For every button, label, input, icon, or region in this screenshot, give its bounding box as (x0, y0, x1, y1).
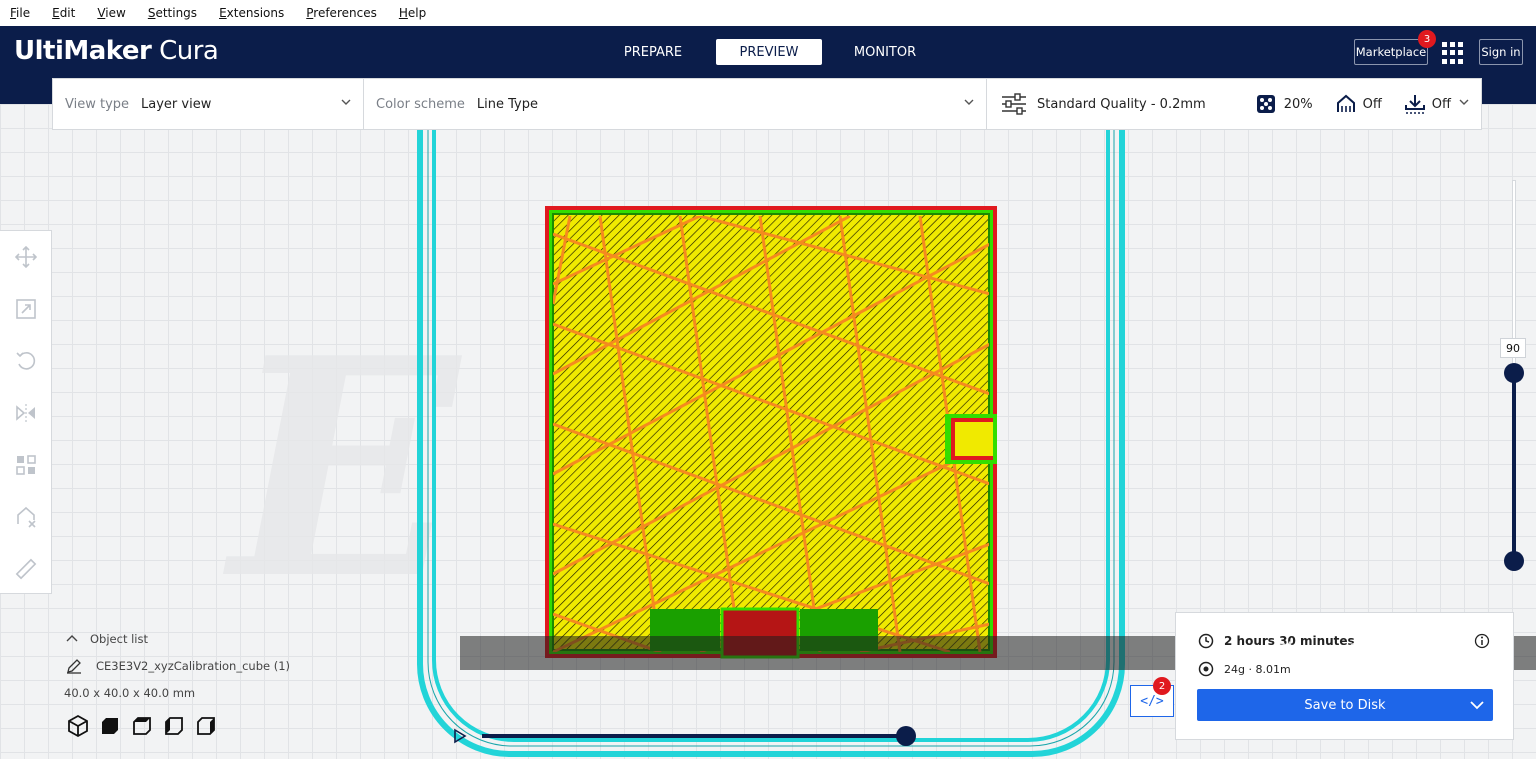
menu-view[interactable]: View (97, 6, 125, 20)
app-logo: UltiMaker Cura (14, 36, 219, 66)
menu-preferences[interactable]: Preferences (306, 6, 377, 20)
3d-view-icon[interactable] (66, 714, 90, 738)
adhesion-setting: Off (1404, 94, 1451, 114)
infill-icon (1256, 95, 1275, 113)
marketplace-badge: 3 (1418, 30, 1436, 48)
layer-slider-lower-handle[interactable] (1504, 551, 1524, 571)
save-to-disk-label: Save to Disk (1304, 697, 1386, 713)
object-list-header: Object list (90, 632, 148, 646)
path-slider-handle[interactable] (896, 726, 916, 746)
view-type-dropdown[interactable]: View type Layer view (53, 79, 364, 129)
layer-slider-upper-handle[interactable] (1504, 363, 1524, 383)
view-type-label: View type (65, 96, 130, 112)
chevron-down-icon (341, 99, 351, 105)
menu-extensions[interactable]: Extensions (219, 6, 284, 20)
ruler-icon (15, 558, 37, 580)
support-blocker-tool[interactable] (0, 491, 52, 543)
marketplace-button[interactable]: Marketplace (1354, 39, 1428, 65)
view-settings-bar: View type Layer view Color scheme Line T… (52, 78, 1482, 130)
path-slider-track[interactable] (482, 734, 908, 738)
sign-in-label: Sign in (1481, 45, 1521, 59)
mirror-tool[interactable] (0, 387, 52, 439)
view-type-value: Layer view (141, 96, 212, 112)
tab-prepare[interactable]: PREPARE (600, 39, 706, 65)
post-processing-badge: 2 (1153, 677, 1171, 695)
spool-icon (1198, 661, 1214, 677)
move-tool[interactable] (0, 231, 52, 283)
adhesion-value: Off (1431, 96, 1451, 112)
quality-profile: Standard Quality - 0.2mm (1037, 96, 1206, 112)
watermark-label: CleverCreations.org (1270, 638, 1509, 666)
tab-preview[interactable]: PREVIEW (716, 39, 822, 65)
chevron-down-icon (1470, 701, 1484, 710)
camera-views (66, 714, 382, 738)
left-view-icon[interactable] (162, 714, 186, 738)
menu-help[interactable]: Help (399, 6, 426, 20)
play-icon[interactable] (452, 728, 468, 744)
sign-in-button[interactable]: Sign in (1479, 39, 1523, 65)
code-icon: </> (1140, 693, 1164, 709)
object-name: CE3E3V2_xyzCalibration_cube (1) (96, 659, 291, 673)
infill-setting: 20% (1256, 94, 1313, 114)
pencil-icon (67, 659, 81, 674)
print-setup-selector[interactable]: Standard Quality - 0.2mm 20% Off Off (987, 79, 1481, 129)
save-options-dropdown[interactable] (1461, 689, 1493, 721)
chevron-down-icon (964, 99, 974, 105)
layer-slider-range (1512, 373, 1516, 561)
scale-tool[interactable] (0, 283, 52, 335)
menu-file[interactable]: File (10, 6, 30, 20)
menu-settings[interactable]: Settings (148, 6, 197, 20)
per-model-settings-icon (16, 455, 36, 475)
tool-panel (0, 230, 52, 594)
clock-icon (1198, 633, 1214, 649)
color-scheme-value: Line Type (476, 96, 538, 112)
support-setting: Off (1335, 94, 1382, 114)
support-icon (1336, 94, 1355, 112)
notch-hole (955, 422, 993, 456)
support-blocker-icon (17, 506, 36, 528)
move-icon (15, 246, 37, 268)
layer-number-field[interactable]: 90 (1500, 338, 1526, 358)
object-dimensions: 40.0 x 40.0 x 40.0 mm (64, 686, 196, 700)
per-model-settings-tool[interactable] (0, 439, 52, 491)
sliders-icon (1002, 93, 1026, 115)
support-value: Off (1362, 96, 1382, 112)
stage-tabs: PREPARE PREVIEW MONITOR (600, 39, 948, 65)
color-scheme-dropdown[interactable]: Color scheme Line Type (364, 79, 987, 129)
mirror-icon (16, 404, 35, 422)
top-view-icon[interactable] (130, 714, 154, 738)
object-list: Object list CE3E3V2_xyzCalibration_cube … (62, 632, 382, 738)
apps-grid-icon[interactable] (1442, 42, 1464, 64)
chevron-down-icon (1459, 99, 1469, 105)
print-info-panel: 2 hours 30 minutes 24g · 8.01m Save to D… (1175, 612, 1514, 740)
chevron-up-icon (66, 635, 78, 642)
rotate-tool[interactable] (0, 335, 52, 387)
rotate-icon (16, 352, 36, 370)
object-list-toggle[interactable]: Object list (62, 632, 382, 646)
watermark-text: CleverCreations.org (1270, 638, 1508, 666)
infill-value: 20% (1283, 96, 1313, 112)
scale-icon (16, 299, 36, 319)
color-scheme-label: Color scheme (376, 96, 465, 112)
menu-edit[interactable]: Edit (52, 6, 75, 20)
marketplace-label: Marketplace (1355, 45, 1427, 59)
menu-bar: File Edit View Settings Extensions Prefe… (0, 0, 1536, 26)
adhesion-icon (1404, 95, 1425, 114)
right-view-icon[interactable] (194, 714, 218, 738)
object-item[interactable]: CE3E3V2_xyzCalibration_cube (1) (62, 658, 382, 674)
tab-monitor[interactable]: MONITOR (832, 39, 938, 65)
measure-tool[interactable] (0, 543, 52, 595)
save-to-disk-button[interactable]: Save to Disk (1197, 689, 1493, 721)
front-view-icon[interactable] (98, 714, 122, 738)
